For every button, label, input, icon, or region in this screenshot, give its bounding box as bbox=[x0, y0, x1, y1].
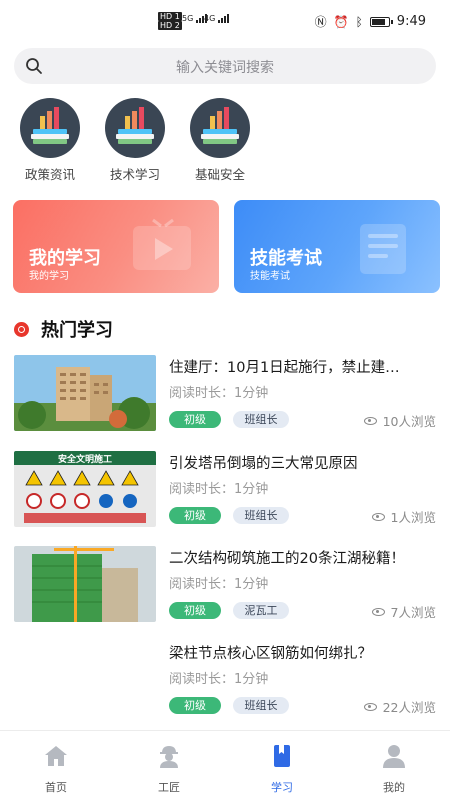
books-chart-icon bbox=[20, 98, 80, 158]
article-item[interactable]: 住建厅：10月1日起施行，禁止建… 阅读时长：1分钟 初级 班组长 10人浏览 bbox=[0, 355, 450, 443]
article-title: 引发塔吊倒塌的三大常见原因 bbox=[169, 456, 358, 472]
eye-icon bbox=[363, 702, 377, 711]
tab-label: 工匠 bbox=[158, 781, 180, 794]
battery-icon bbox=[369, 16, 393, 27]
read-time: 阅读时长：1分钟 bbox=[169, 672, 269, 687]
worker-icon bbox=[160, 746, 178, 768]
article-title: 二次结构砌筑施工的20条江湖秘籍！ bbox=[169, 551, 405, 567]
article-item[interactable]: 二次结构砌筑施工的20条江湖秘籍！ 阅读时长：1分钟 初级 泥瓦工 7人浏览 bbox=[0, 546, 450, 634]
category-policy[interactable]: 政策资讯 bbox=[18, 98, 82, 183]
bluetooth-icon: ᛒ bbox=[355, 14, 363, 29]
search-bar[interactable]: 输入关键词搜索 bbox=[14, 48, 436, 84]
skill-exam-card[interactable]: 技能考试 技能考试 bbox=[234, 200, 440, 293]
status-time: 9:49 bbox=[396, 14, 426, 29]
tab-label: 学习 bbox=[271, 781, 293, 794]
view-count: 7人浏览 bbox=[371, 602, 436, 621]
hot-section-header: 热门学习 bbox=[14, 316, 113, 342]
role-tag: 班组长 bbox=[233, 411, 289, 428]
nfc-icon: Ⓝ bbox=[314, 15, 327, 29]
search-input[interactable]: 输入关键词搜索 bbox=[14, 57, 436, 77]
sign-header-text: 安全文明施工 bbox=[57, 455, 112, 465]
view-count: 1人浏览 bbox=[371, 507, 436, 526]
home-icon bbox=[45, 746, 67, 766]
role-tag: 班组长 bbox=[233, 697, 289, 714]
category-label: 技术学习 bbox=[109, 167, 160, 182]
bottom-tab-bar: 首页 工匠 学习 我的 bbox=[0, 730, 450, 801]
level-tag: 初级 bbox=[169, 602, 221, 619]
views-text: 10人浏览 bbox=[382, 414, 436, 429]
views-text: 22人浏览 bbox=[382, 700, 436, 715]
article-title: 梁柱节点核心区钢筋如何绑扎？ bbox=[169, 646, 372, 662]
view-count: 22人浏览 bbox=[363, 697, 436, 716]
alarm-icon: ⏰ bbox=[333, 14, 349, 29]
network-4g-label: 4G bbox=[204, 14, 216, 23]
building-thumbnail bbox=[14, 355, 156, 431]
card-subtitle: 我的学习 bbox=[29, 271, 69, 282]
level-tag: 初级 bbox=[169, 411, 221, 428]
safety-sign-thumbnail: 安全文明施工 bbox=[14, 451, 156, 527]
status-bar: HD 1 HD 2 5G 4G Ⓝ ⏰ ᛒ 9:49 bbox=[0, 0, 450, 44]
eye-icon bbox=[363, 416, 377, 425]
category-tech[interactable]: 技术学习 bbox=[103, 98, 167, 183]
tab-mine[interactable]: 我的 bbox=[338, 731, 450, 801]
article-title: 住建厅：10月1日起施行，禁止建… bbox=[169, 360, 400, 376]
construction-thumbnail bbox=[14, 546, 156, 622]
category-label: 基础安全 bbox=[194, 167, 245, 182]
section-title: 热门学习 bbox=[41, 320, 113, 341]
level-tag: 初级 bbox=[169, 507, 221, 524]
sim1-badge: HD 1 bbox=[158, 12, 182, 21]
books-chart-icon bbox=[190, 98, 250, 158]
tab-learning[interactable]: 学习 bbox=[226, 731, 338, 801]
play-tv-icon bbox=[133, 218, 191, 270]
signal-4g-icon: 4G bbox=[204, 14, 230, 23]
views-text: 1人浏览 bbox=[390, 510, 436, 525]
card-subtitle: 技能考试 bbox=[250, 271, 290, 282]
tab-craftsman[interactable]: 工匠 bbox=[113, 731, 225, 801]
role-tag: 班组长 bbox=[233, 507, 289, 524]
book-icon bbox=[274, 745, 290, 767]
article-item[interactable]: 梁柱节点核心区钢筋如何绑扎？ 阅读时长：1分钟 初级 班组长 22人浏览 bbox=[0, 641, 450, 729]
role-tag: 泥瓦工 bbox=[233, 602, 289, 619]
category-safety[interactable]: 基础安全 bbox=[188, 98, 252, 183]
status-right: Ⓝ ⏰ ᛒ 9:49 bbox=[315, 13, 426, 30]
read-time: 阅读时长：1分钟 bbox=[169, 386, 269, 401]
tab-label: 我的 bbox=[383, 781, 405, 794]
books-chart-icon bbox=[105, 98, 165, 158]
article-item[interactable]: 安全文明施工 引发塔吊倒塌的三大常见原因 阅读时长：1分钟 初级 班组长 1人浏… bbox=[0, 451, 450, 539]
hot-icon bbox=[14, 321, 29, 337]
read-time: 阅读时长：1分钟 bbox=[169, 577, 269, 592]
level-tag: 初级 bbox=[169, 697, 221, 714]
eye-icon bbox=[371, 607, 385, 616]
tab-label: 首页 bbox=[45, 781, 67, 794]
category-row: 政策资讯 技术学习 基础安全 bbox=[0, 98, 450, 182]
read-time: 阅读时长：1分钟 bbox=[169, 482, 269, 497]
category-label: 政策资讯 bbox=[24, 167, 75, 182]
network-5g-label: 5G bbox=[182, 14, 194, 23]
my-learning-card[interactable]: 我的学习 我的学习 bbox=[13, 200, 219, 293]
views-text: 7人浏览 bbox=[390, 605, 436, 620]
sim2-badge: HD 2 bbox=[158, 21, 182, 30]
eye-icon bbox=[371, 512, 385, 521]
view-count: 10人浏览 bbox=[363, 411, 436, 430]
document-icon bbox=[360, 224, 406, 274]
user-icon bbox=[383, 745, 405, 768]
tab-home[interactable]: 首页 bbox=[0, 731, 112, 801]
sim-indicators: HD 1 HD 2 bbox=[158, 12, 184, 30]
